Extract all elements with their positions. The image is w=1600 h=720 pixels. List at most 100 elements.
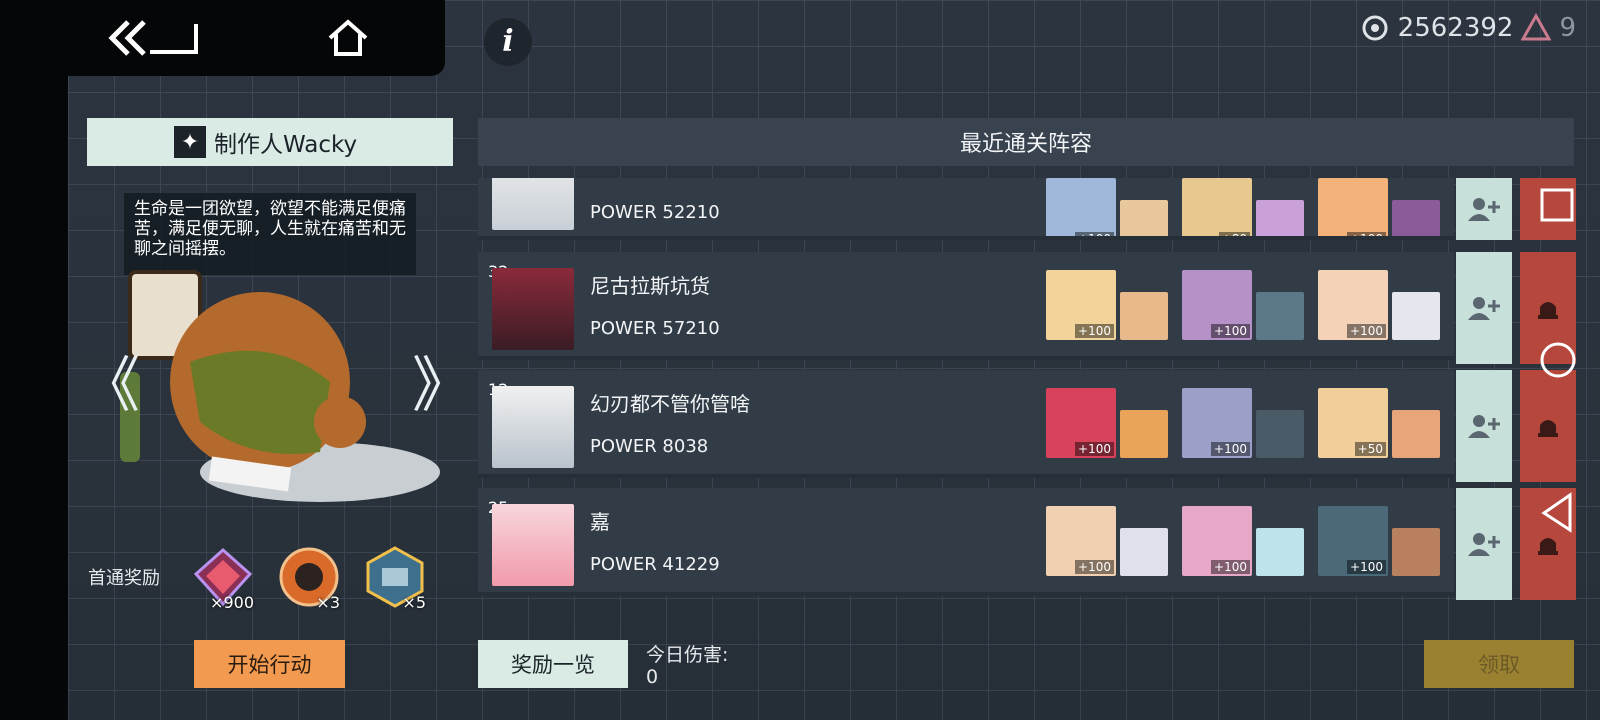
player-avatar [492, 386, 574, 468]
add-friend-button[interactable] [1456, 178, 1512, 240]
add-user-icon [1468, 297, 1500, 320]
character-portrait [1392, 528, 1440, 576]
add-user-icon [1468, 415, 1500, 438]
reward-item-gear[interactable]: ×3 [274, 544, 344, 612]
add-friend-button[interactable] [1456, 488, 1512, 600]
bond-level: +80 [1218, 232, 1250, 236]
reward-item-crystal[interactable]: ×900 [188, 544, 258, 612]
team-slot: +100 [1318, 264, 1442, 340]
player-avatar [492, 178, 574, 230]
team-row[interactable]: 32 尼古拉斯坑货 POWER 57210 +100 +100 +100 [478, 252, 1454, 360]
team-slot: +100 [1182, 264, 1306, 340]
add-user-icon [1468, 198, 1500, 221]
add-user-icon [1468, 533, 1500, 556]
add-friend-button[interactable] [1456, 252, 1512, 364]
top-nav-bar [0, 0, 445, 76]
character-portrait: +100 [1046, 388, 1116, 458]
team-row[interactable]: 12 幻刃都不管你管啥 POWER 8038 +100 +100 +50 [478, 370, 1454, 478]
reward-item-hex[interactable]: ×5 [360, 544, 430, 612]
home-icon[interactable] [326, 18, 370, 58]
player-power: POWER 57210 [590, 318, 720, 339]
team-slot: +50 [1318, 382, 1442, 458]
bond-level: +100 [1347, 324, 1386, 338]
team-slot: +100 [1318, 178, 1442, 236]
character-portrait: +100 [1182, 270, 1252, 340]
character-portrait: +100 [1046, 178, 1116, 236]
bear-illustration [120, 270, 440, 502]
team-slot: +100 [1182, 382, 1306, 458]
reward-count: ×3 [316, 593, 340, 612]
bond-level: +100 [1075, 560, 1114, 574]
token-icon [1362, 15, 1388, 41]
team-slot: +100 [1046, 500, 1170, 576]
stamina-value: 9 [1559, 13, 1576, 43]
prev-arrow[interactable]: 《 [80, 356, 140, 416]
character-portrait [1256, 200, 1304, 236]
bond-level: +100 [1211, 560, 1250, 574]
player-name: 尼古拉斯坑货 [590, 274, 710, 298]
character-portrait [1256, 292, 1304, 340]
reward-list-button[interactable]: 奖励一览 [478, 640, 628, 688]
bond-level: +100 [1075, 442, 1114, 456]
character-portrait: +80 [1182, 178, 1252, 236]
sparkle-icon: ✦ [174, 126, 206, 158]
damage-value: 0 [646, 666, 659, 688]
character-portrait: +100 [1318, 178, 1388, 236]
character-portrait: +100 [1318, 270, 1388, 340]
team-row[interactable]: 25 嘉 POWER 41229 +100 +100 +100 [478, 488, 1454, 596]
character-portrait [1120, 410, 1168, 458]
player-power: POWER 8038 [590, 436, 709, 457]
recents-icon [1540, 188, 1574, 222]
bond-level: +100 [1347, 232, 1386, 236]
team-slot: +80 [1182, 178, 1306, 236]
character-portrait [1256, 410, 1304, 458]
back-icon[interactable] [104, 18, 204, 58]
character-portrait [1120, 528, 1168, 576]
recent-clear-title: 最近通关阵容 [478, 118, 1574, 166]
player-name: 幻刃都不管你管啥 [590, 392, 750, 416]
character-portrait: +100 [1318, 506, 1388, 576]
claim-button[interactable]: 领取 [1424, 640, 1574, 688]
character-portrait [1120, 292, 1168, 340]
bond-level: +100 [1075, 232, 1114, 236]
producer-label: 制作人Wacky [214, 132, 358, 158]
team-slot: +100 [1046, 382, 1170, 458]
player-power: POWER 52210 [590, 202, 720, 223]
reward-count: ×900 [210, 593, 254, 612]
character-portrait: +100 [1182, 388, 1252, 458]
producer-banner: ✦ 制作人Wacky [87, 118, 453, 166]
back-nav-icon [1541, 492, 1572, 533]
team-slot: +100 [1046, 178, 1170, 236]
player-avatar [492, 268, 574, 350]
bond-level: +50 [1354, 442, 1386, 456]
add-friend-button[interactable] [1456, 370, 1512, 482]
bond-level: +100 [1347, 560, 1386, 574]
home-nav-icon [1540, 342, 1576, 378]
character-portrait [1392, 292, 1440, 340]
character-portrait [1392, 410, 1440, 458]
character-portrait [1392, 200, 1440, 236]
info-icon[interactable]: i [484, 18, 532, 66]
player-avatar [492, 504, 574, 586]
player-power: POWER 41229 [590, 554, 720, 575]
team-row[interactable]: POWER 52210 +100 +80 +100 [478, 178, 1454, 240]
character-portrait: +100 [1182, 506, 1252, 576]
left-edge [0, 0, 68, 720]
start-action-button[interactable]: 开始行动 [194, 640, 345, 688]
score-value: 2562392 [1397, 13, 1514, 43]
next-arrow[interactable]: 》 [412, 356, 472, 416]
currency-display: 2562392 9 [1360, 10, 1576, 46]
bond-level: +100 [1211, 324, 1250, 338]
character-portrait: +100 [1046, 270, 1116, 340]
character-portrait [1120, 200, 1168, 236]
character-portrait: +100 [1046, 506, 1116, 576]
team-slot: +100 [1046, 264, 1170, 340]
character-portrait [1256, 528, 1304, 576]
character-portrait: +50 [1318, 388, 1388, 458]
team-slot: +100 [1318, 500, 1442, 576]
stamina-icon [1521, 13, 1552, 41]
system-nav-overlay[interactable] [1534, 180, 1582, 540]
damage-label: 今日伤害: [646, 644, 729, 666]
reward-count: ×5 [402, 593, 426, 612]
bond-level: +100 [1211, 442, 1250, 456]
